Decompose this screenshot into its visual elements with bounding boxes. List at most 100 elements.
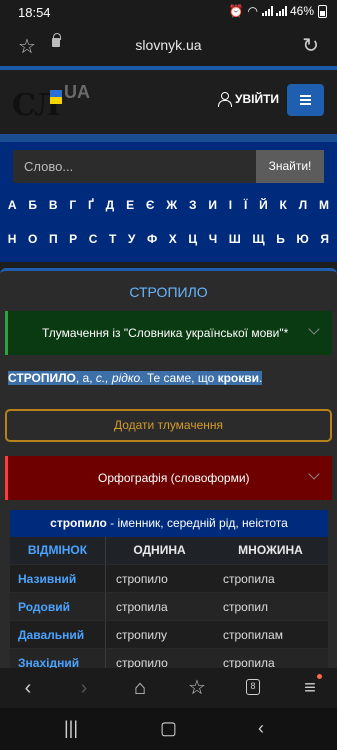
singular-form: стропилу [105,621,213,648]
table-header-row: ВІДМІНОК ОДНИНА МНОЖИНА [10,537,328,564]
status-icons: ⏰ ◠ 46% [229,4,327,18]
entry-word-title: СТРОПИЛО [129,284,208,300]
alphabet-letter-link[interactable]: Д [106,198,115,212]
case-name: Називний [18,572,77,586]
add-definition-button[interactable]: Додати тлумачення [5,409,332,442]
ukraine-flag-icon [50,90,62,104]
menu-icon[interactable]: ≡ [298,676,322,700]
search-section: Слово... Знайти! АБВГҐДЕЄЖЗИІЇЙКЛМ НОПРС… [0,142,337,262]
alphabet-letter-link[interactable]: Л [299,198,307,212]
signal-icon-2 [275,6,287,16]
alphabet-letter-link[interactable]: Ь [276,232,285,246]
alphabet-letter-link[interactable]: Щ [252,232,264,246]
status-bar: 18:54 ⏰ ◠ 46% [0,0,337,24]
search-button[interactable]: Знайти! [256,150,324,183]
alphabet-letter-link[interactable]: І [229,198,232,212]
alphabet-letter-link[interactable]: Й [259,198,268,212]
tabs-icon[interactable]: 8 [246,679,260,695]
url-text[interactable]: slovnyk.ua [0,37,337,53]
login-label: УВІЙТИ [235,92,280,106]
forward-icon[interactable]: › [72,676,96,700]
logo-ua: UA [64,82,90,102]
table-row: Давальний стропилу стропилам [10,620,328,648]
alphabet-letter-link[interactable]: Р [69,232,77,246]
plural-form: стропил [223,600,269,614]
singular-form: стропила [105,593,213,620]
alphabet-letter-link[interactable]: Ж [166,198,177,212]
alphabet-letter-link[interactable]: Я [320,232,329,246]
column-header-singular: ОДНИНА [105,537,213,564]
site-header: СЛ UA УВІЙТИ [0,70,337,132]
definition-text: СТРОПИЛО, а, с., рідко. Те саме, що крок… [8,371,263,385]
system-back-icon[interactable]: ‹ [258,718,264,739]
column-header-plural: МНОЖИНА [238,543,303,557]
table-row: Родовий стропила стропил [10,592,328,620]
alphabet-letter-link[interactable]: В [49,198,58,212]
status-time: 18:54 [18,5,51,20]
alphabet-letter-link[interactable]: Ц [188,232,197,246]
alphabet-letter-link[interactable]: Ш [229,232,241,246]
bookmarks-icon[interactable]: ☆ [185,676,209,700]
alphabet-letter-link[interactable]: Т [109,232,116,246]
back-icon[interactable]: ‹ [16,676,40,700]
alphabet-letter-link[interactable]: П [49,232,58,246]
chevron-down-icon [308,323,320,335]
table-description: - іменник, середній рід, неістота [106,516,288,530]
alphabet-letter-link[interactable]: С [89,232,98,246]
table-body: Називний стропило стропила Родовий строп… [10,564,328,676]
definition-headword: СТРОПИЛО [8,371,76,385]
user-icon [218,92,232,107]
table-headword: стропило [50,516,107,530]
table-caption: стропило - іменник, середній рід, неісто… [10,510,328,537]
orthography-accordion[interactable]: Орфографія (словоформи) [5,456,332,500]
alphabet-letter-link[interactable]: Ґ [88,198,94,212]
alphabet-letter-link[interactable]: Ф [147,232,157,246]
alphabet-letter-link[interactable]: У [128,232,135,246]
alphabet-letter-link[interactable]: И [208,198,217,212]
alphabet-letter-link[interactable]: Г [69,198,76,212]
definition-body: Те саме, що [143,371,218,385]
recent-apps-icon[interactable]: ||| [64,718,78,739]
reload-icon[interactable]: ↻ [302,33,319,58]
alphabet-letter-link[interactable]: Х [169,232,177,246]
alphabet-letter-link[interactable]: Б [28,198,37,212]
battery-percent: 46% [289,4,314,18]
search-input[interactable]: Слово... [13,150,256,183]
signal-icon [261,6,273,16]
alphabet-letter-link[interactable]: З [189,198,197,212]
alarm-icon: ⏰ [228,4,244,18]
browser-bottom-nav: ‹ › ⌂ ☆ 8 ≡ [0,668,337,708]
case-name: Родовий [18,600,70,614]
alphabet-letter-link[interactable]: Є [146,198,155,212]
notification-dot [317,674,322,679]
plural-form: стропилам [223,628,283,642]
site-logo[interactable]: СЛ UA [12,82,102,124]
alphabet-letter-link[interactable]: О [28,232,37,246]
alphabet-letter-link[interactable]: Е [126,198,134,212]
alphabet-letter-link[interactable]: Н [8,232,17,246]
header-divider [0,134,337,142]
definition-link[interactable]: крокви [218,371,259,385]
dictionary-accordion-title: Тлумачення із "Словника української мови… [42,326,289,340]
alphabet-letter-link[interactable]: Ї [244,198,247,212]
browser-url-bar: ☆ slovnyk.ua ↻ [0,24,337,66]
alphabet-letter-link[interactable]: А [8,198,17,212]
hamburger-menu-button[interactable] [287,84,324,116]
definition-grammar: , а, [75,371,96,385]
singular-form: стропило [105,565,213,592]
column-header-case: ВІДМІНОК [27,543,88,557]
orthography-accordion-title: Орфографія (словоформи) [98,471,250,485]
alphabet-letter-link[interactable]: М [319,198,329,212]
definition-abbr: с., рідко. [95,371,144,385]
system-nav-bar: ||| ▢ ‹ [0,708,337,750]
home-button-icon[interactable]: ▢ [160,718,177,739]
alphabet-letter-link[interactable]: Ю [296,232,308,246]
alphabet-letter-link[interactable]: К [280,198,287,212]
dictionary-accordion[interactable]: Тлумачення із "Словника української мови… [5,311,332,355]
wifi-icon: ◠ [247,4,258,18]
login-link[interactable]: УВІЙТИ [218,92,280,107]
screen: 18:54 ⏰ ◠ 46% ☆ slovnyk.ua ↻ СЛ UA УВІЙТ… [0,0,337,750]
alphabet-row-1: АБВГҐДЕЄЖЗИІЇЙКЛМ [0,198,337,212]
home-icon[interactable]: ⌂ [128,676,152,700]
alphabet-letter-link[interactable]: Ч [209,232,217,246]
